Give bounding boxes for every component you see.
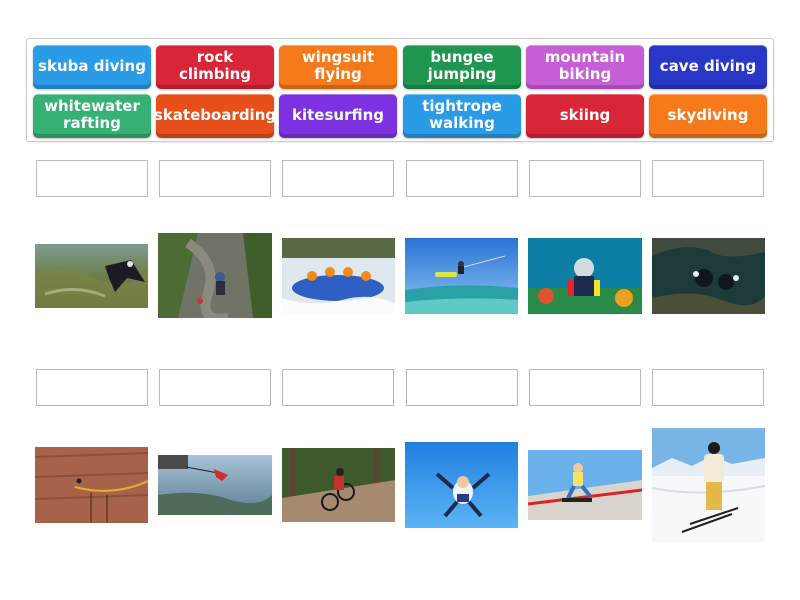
tile-label: rock climbing [178,48,252,83]
tile-label: skateboarding [153,105,277,124]
drop-slot-4[interactable] [406,160,518,197]
wingsuit-flying-photo [35,244,148,308]
tile-label: wingsuit flying [301,48,375,83]
drop-slot-9[interactable] [282,369,394,406]
drop-slot-5[interactable] [529,160,641,197]
kitesurfing-photo [405,238,518,314]
skiing-photo [652,428,765,542]
drop-slot-7[interactable] [36,369,148,406]
tile-label: whitewater rafting [44,97,140,132]
tile-cave-diving[interactable]: cave diving [649,45,767,89]
tile-whitewater-rafting[interactable]: whitewater rafting [33,94,151,138]
tile-label: kitesurfing [292,105,384,124]
skateboarding-photo [528,450,642,520]
tile-wingsuit-flying[interactable]: wingsuit flying [279,45,397,89]
drop-slot-6[interactable] [652,160,764,197]
tile-label: skiing [559,105,611,124]
tightrope-walking-photo [35,447,148,523]
tile-tightrope-walking[interactable]: tightrope walking [403,94,521,138]
drop-slot-10[interactable] [406,369,518,406]
drop-slot-12[interactable] [652,369,764,406]
tile-label: mountain biking [544,48,626,83]
mountain-biking-photo [282,448,395,522]
cave-diving-photo [652,238,765,314]
tile-skiing[interactable]: skiing [526,94,644,138]
whitewater-rafting-photo [282,238,395,314]
tile-label: skuba diving [38,56,146,75]
answer-tile-tray: skuba diving rock climbing wingsuit flyi… [26,38,774,142]
tile-skateboarding[interactable]: skateboarding [153,94,277,138]
rock-climbing-photo [158,233,272,318]
scuba-diving-photo [528,238,642,314]
drop-slot-3[interactable] [282,160,394,197]
bungee-jumping-photo [158,455,272,515]
tile-label: cave diving [659,56,757,75]
tile-bungee-jumping[interactable]: bungee jumping [403,45,521,89]
tile-kitesurfing[interactable]: kitesurfing [279,94,397,138]
tile-label: bungee jumping [427,48,497,83]
tile-mountain-biking[interactable]: mountain biking [526,45,644,89]
drop-slot-8[interactable] [159,369,271,406]
drop-slot-2[interactable] [159,160,271,197]
tile-rock-climbing[interactable]: rock climbing [156,45,274,89]
skydiving-photo [405,442,518,528]
tile-skuba-diving[interactable]: skuba diving [33,45,151,89]
drop-slot-1[interactable] [36,160,148,197]
tile-skydiving[interactable]: skydiving [649,94,767,138]
tile-label: skydiving [667,105,749,124]
drop-slot-11[interactable] [529,369,641,406]
tile-label: tightrope walking [422,97,502,132]
